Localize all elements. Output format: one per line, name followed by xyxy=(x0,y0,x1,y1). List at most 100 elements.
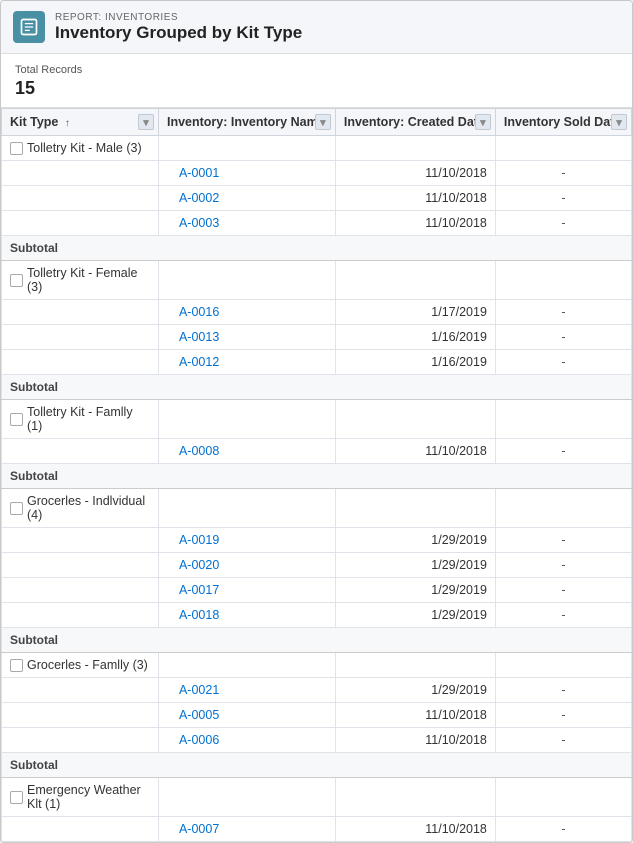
inventory-link[interactable]: A-0002 xyxy=(179,191,219,205)
row-sold-cell: - xyxy=(495,553,631,578)
row-invname-cell: A-0005 xyxy=(158,703,335,728)
filter-button-kittype[interactable]: ▾ xyxy=(138,114,154,130)
inventory-link[interactable]: A-0020 xyxy=(179,558,219,572)
row-checkbox[interactable] xyxy=(10,142,23,155)
filter-button-invname[interactable]: ▾ xyxy=(315,114,331,130)
subtotal-label: Subtotal xyxy=(2,464,632,489)
row-sold-cell: - xyxy=(495,817,631,842)
inventory-link[interactable]: A-0001 xyxy=(179,166,219,180)
inventory-table: Kit Type ↑ ▾ Inventory: Inventory Name ▾… xyxy=(1,108,632,842)
table-row: A-0016 1/17/2019- xyxy=(2,300,632,325)
table-row: A-00121/16/2019- xyxy=(2,350,632,375)
inventory-link[interactable]: A-0012 xyxy=(179,355,219,369)
row-checkbox[interactable] xyxy=(10,791,23,804)
row-invname-cell: A-0021 xyxy=(158,678,335,703)
row-created-cell: 11/10/2018 xyxy=(335,161,495,186)
table-row: A-000811/10/2018- xyxy=(2,439,632,464)
row-invname-cell: A-0008 xyxy=(158,439,335,464)
filter-button-createddate[interactable]: ▾ xyxy=(475,114,491,130)
group-header-row: Tolletry Kit - Famlly (1) xyxy=(2,400,632,439)
row-checkbox[interactable] xyxy=(10,659,23,672)
group-invname-cell xyxy=(158,261,335,300)
row-checkbox[interactable] xyxy=(10,274,23,287)
row-sold-cell: - xyxy=(495,211,631,236)
row-sold-cell: - xyxy=(495,325,631,350)
row-sold-cell: - xyxy=(495,728,631,753)
row-invname-cell: A-0001 xyxy=(158,161,335,186)
inventory-link[interactable]: A-0018 xyxy=(179,608,219,622)
group-created-cell xyxy=(335,778,495,817)
row-created-cell: 11/10/2018 xyxy=(335,703,495,728)
row-sold-cell: - xyxy=(495,300,631,325)
row-kittype-cell xyxy=(2,528,159,553)
subtotal-row: Subtotal xyxy=(2,375,632,400)
row-kittype-cell xyxy=(2,439,159,464)
row-invname-cell: A-0020 xyxy=(158,553,335,578)
group-name-cell: Tolletry Kit - Famlly (1) xyxy=(2,400,159,439)
inventory-link[interactable]: A-0006 xyxy=(179,733,219,747)
row-kittype-cell xyxy=(2,817,159,842)
group-name-cell: Grocerles - Indlvidual (4) xyxy=(2,489,159,528)
inventory-link[interactable]: A-0008 xyxy=(179,444,219,458)
group-invname-cell xyxy=(158,400,335,439)
report-header: REPORT: INVENTORIES Inventory Grouped by… xyxy=(1,1,632,54)
row-kittype-cell xyxy=(2,578,159,603)
inventory-link[interactable]: A-0016 xyxy=(179,305,219,319)
row-created-cell: 11/10/2018 xyxy=(335,211,495,236)
inventory-link[interactable]: A-0005 xyxy=(179,708,219,722)
group-label: Emergency Weather Klt (1) xyxy=(27,783,150,811)
row-sold-cell: - xyxy=(495,161,631,186)
subtotal-row: Subtotal xyxy=(2,464,632,489)
group-created-cell xyxy=(335,653,495,678)
row-kittype-cell xyxy=(2,300,159,325)
row-kittype-cell xyxy=(2,211,159,236)
subtotal-row: Subtotal xyxy=(2,236,632,261)
col-header-invname[interactable]: Inventory: Inventory Name ▾ xyxy=(158,109,335,136)
row-sold-cell: - xyxy=(495,186,631,211)
row-created-cell: 1/29/2019 xyxy=(335,678,495,703)
inventory-link[interactable]: A-0013 xyxy=(179,330,219,344)
row-invname-cell: A-0016 xyxy=(158,300,335,325)
inventory-link[interactable]: A-0007 xyxy=(179,822,219,836)
row-created-cell: 11/10/2018 xyxy=(335,186,495,211)
table-row: A-000611/10/2018- xyxy=(2,728,632,753)
row-checkbox[interactable] xyxy=(10,502,23,515)
filter-button-solddate[interactable]: ▾ xyxy=(611,114,627,130)
row-invname-cell: A-0007 xyxy=(158,817,335,842)
group-label: Grocerles - Indlvidual (4) xyxy=(27,494,150,522)
group-invname-cell xyxy=(158,653,335,678)
sort-icon: ↑ xyxy=(65,118,70,129)
col-header-createddate[interactable]: Inventory: Created Date ▾ xyxy=(335,109,495,136)
group-name-cell: Grocerles - Famlly (3) xyxy=(2,653,159,678)
group-label: Tolletry Kit - Female (3) xyxy=(27,266,150,294)
inventory-link[interactable]: A-0003 xyxy=(179,216,219,230)
row-invname-cell: A-0013 xyxy=(158,325,335,350)
report-title: Inventory Grouped by Kit Type xyxy=(55,23,302,43)
group-sold-cell xyxy=(495,261,631,300)
row-kittype-cell xyxy=(2,186,159,211)
table-row: A-00131/16/2019- xyxy=(2,325,632,350)
inventory-link[interactable]: A-0017 xyxy=(179,583,219,597)
group-created-cell xyxy=(335,489,495,528)
inventory-link[interactable]: A-0019 xyxy=(179,533,219,547)
row-checkbox[interactable] xyxy=(10,413,23,426)
col-header-kittype[interactable]: Kit Type ↑ ▾ xyxy=(2,109,159,136)
table-row: A-00181/29/2019- xyxy=(2,603,632,628)
row-created-cell: 1/17/2019 xyxy=(335,300,495,325)
group-created-cell xyxy=(335,400,495,439)
inventory-link[interactable]: A-0021 xyxy=(179,683,219,697)
group-invname-cell xyxy=(158,778,335,817)
row-created-cell: 11/10/2018 xyxy=(335,817,495,842)
table-row: A-0007 11/10/2018- xyxy=(2,817,632,842)
table-row: A-0003 11/10/2018- xyxy=(2,211,632,236)
row-invname-cell: A-0017 xyxy=(158,578,335,603)
row-created-cell: 1/29/2019 xyxy=(335,603,495,628)
group-sold-cell xyxy=(495,489,631,528)
table-row: A-00191/29/2019- xyxy=(2,528,632,553)
group-sold-cell xyxy=(495,653,631,678)
table-row: A-0001 11/10/2018- xyxy=(2,161,632,186)
group-name-cell: Tolletry Kit - Female (3) xyxy=(2,261,159,300)
group-header-row: Tolletry Kit - Female (3) xyxy=(2,261,632,300)
row-kittype-cell xyxy=(2,325,159,350)
col-header-solddate[interactable]: Inventory Sold Date ▾ xyxy=(495,109,631,136)
